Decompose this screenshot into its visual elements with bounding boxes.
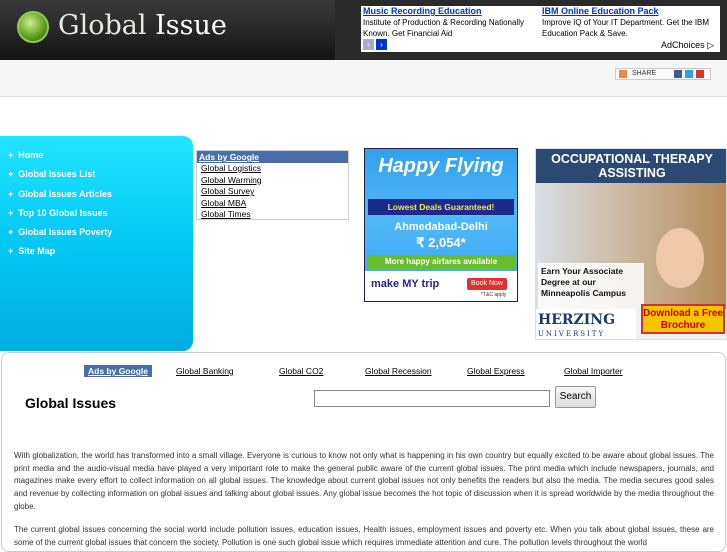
banner-price: ₹ 2,054* (416, 235, 466, 250)
sidebar-nav: + Home + Global Issues List + Global Issues… (0, 136, 193, 351)
top-ad-banner: Music Recording Education Institute of P… (361, 6, 720, 52)
bullet-icon: + (8, 207, 14, 218)
ad-nav: ‹ › (363, 39, 389, 50)
makemytrip-banner[interactable]: Happy Flying Lowest Deals Guaranteed! Ah… (364, 148, 518, 302)
nav-item-home[interactable]: + Home (0, 150, 193, 169)
bullet-icon: + (8, 246, 14, 257)
article-paragraph: The current global issues concerning the… (14, 525, 714, 547)
nav-item-top-10[interactable]: + Top 10 Global Issues (0, 208, 193, 227)
ad-link[interactable]: Global Logistics (197, 163, 348, 175)
google-ads-box: Ads by Google Global Logistics Global Wa… (196, 150, 349, 220)
search-button[interactable]: Search (555, 386, 596, 408)
nav-item-site-map[interactable]: + Site Map (0, 246, 193, 265)
banner-brand: make MY trip (371, 278, 440, 290)
bullet-icon: + (8, 169, 14, 180)
banner-footer: make MY trip Book Now *T&C apply (365, 271, 517, 301)
ads-header[interactable]: Ads by Google (84, 365, 152, 377)
next-arrow-icon[interactable]: › (376, 39, 387, 50)
ad-link[interactable]: Global Recession (365, 366, 432, 376)
ad-link[interactable]: Global CO2 (279, 366, 323, 376)
nav-item-poverty[interactable]: + Global Issues Poverty (0, 227, 193, 246)
ad-link[interactable]: Global MBA (197, 198, 348, 210)
ad-link[interactable]: Global Times (197, 209, 348, 221)
bullet-icon: + (8, 150, 14, 160)
ads-header[interactable]: Ads by Google (197, 151, 348, 163)
adchoices-link[interactable]: AdChoices ▷ (661, 40, 714, 51)
nav-item-issues-articles[interactable]: + Global Issues Articles (0, 189, 193, 208)
site-logo[interactable]: Global Issue (0, 0, 335, 60)
banner-card: Earn Your Associate Degree at our Minnea… (538, 263, 644, 309)
share-button[interactable]: SHARE (615, 68, 711, 80)
banner-deal: Lowest Deals Guaranteed! (368, 199, 514, 215)
page-title: Global Issues (25, 395, 117, 411)
person-image (656, 228, 704, 288)
prev-arrow-icon[interactable]: ‹ (363, 39, 374, 50)
banner-more: More happy airfares available (367, 255, 515, 269)
ad-link[interactable]: Global Banking (176, 366, 234, 376)
ad-link[interactable]: Global Warming (197, 175, 348, 187)
book-now-button[interactable]: Book Now (467, 278, 507, 290)
ad-column-1[interactable]: Music Recording Education Institute of P… (363, 6, 535, 39)
email-icon (696, 70, 704, 78)
bullet-icon: + (8, 227, 14, 238)
twitter-icon (685, 70, 693, 78)
ad-link[interactable]: Global Express (467, 366, 525, 376)
ad-link[interactable]: Global Importer (564, 366, 623, 376)
ad-text: Improve IQ of Your IT Department. Get th… (542, 18, 710, 38)
banner-route: Ahmedabad-Delhi (394, 221, 488, 233)
header-bar: Global Issue Music Recording Education I… (0, 0, 727, 60)
herzing-logo: HERZING UNIVERSITY (536, 309, 636, 339)
ads-link-bar: Ads by Google Global Banking Global CO2 … (84, 365, 644, 378)
logo-text: Global Issue (58, 10, 227, 41)
banner-title: Happy Flying (378, 155, 504, 177)
ad-column-2[interactable]: IBM Online Education Pack Improve IQ of … (542, 6, 714, 39)
search-input[interactable] (314, 390, 550, 407)
nav-item-issues-list[interactable]: + Global Issues List (0, 169, 193, 188)
bullet-icon: + (8, 188, 14, 199)
facebook-icon (674, 70, 682, 78)
ad-text: Institute of Production & Recording Nati… (363, 18, 524, 38)
globe-icon (17, 11, 49, 43)
plus-icon (619, 70, 627, 78)
share-label: SHARE (632, 70, 657, 77)
ad-link[interactable]: Global Survey (197, 186, 348, 198)
article-paragraph: With globalization, the world has transf… (14, 451, 714, 511)
banner-photo: Earn Your Associate Degree at our Minnea… (536, 183, 726, 309)
download-brochure-button[interactable]: Download a Free Brochure (641, 304, 725, 334)
ad-title[interactable]: Music Recording Education (363, 6, 535, 17)
banner-tc: *T&C apply (481, 292, 507, 298)
banner-headline: OCCUPATIONAL THERAPY ASSISTING (536, 149, 726, 183)
herzing-banner[interactable]: OCCUPATIONAL THERAPY ASSISTING Earn Your… (535, 148, 727, 340)
ad-title[interactable]: IBM Online Education Pack (542, 6, 714, 17)
